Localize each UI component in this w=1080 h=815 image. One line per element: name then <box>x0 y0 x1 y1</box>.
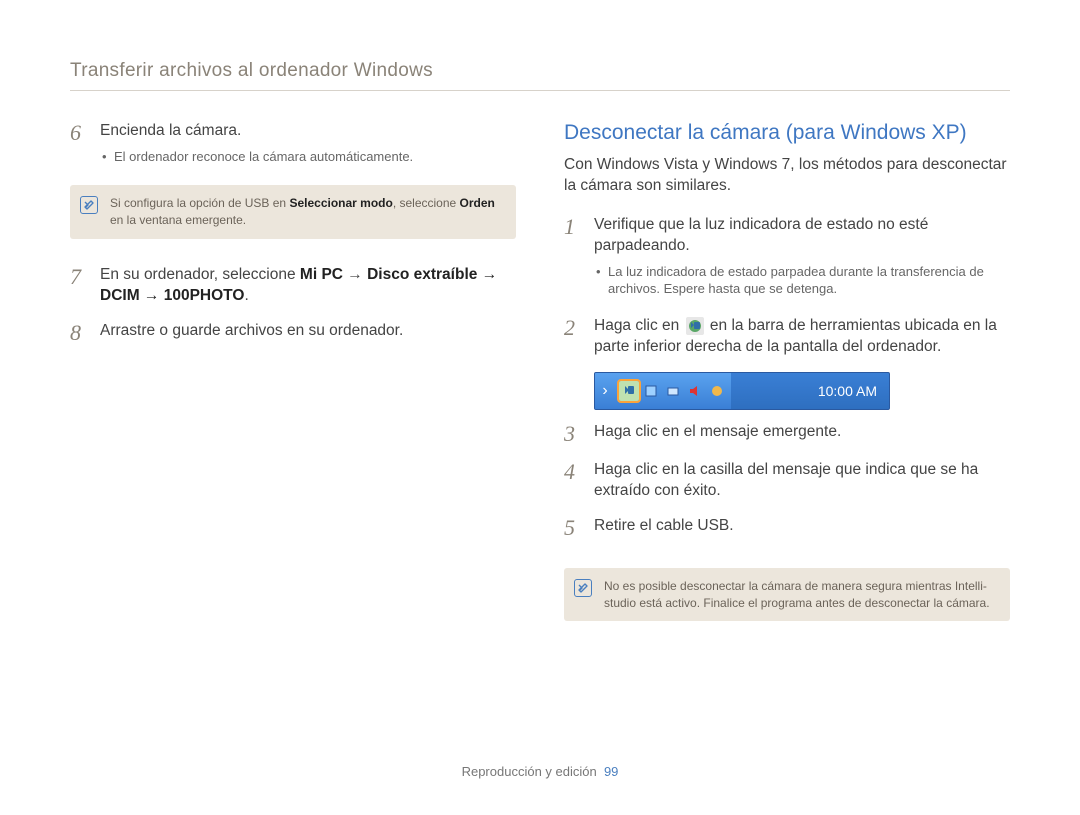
step-bold: Disco extraíble <box>367 266 477 283</box>
step-1: 1 Verifique que la luz indicadora de est… <box>564 215 1010 302</box>
step-text: Retire el cable USB. <box>594 516 1010 540</box>
step-4: 4 Haga clic en la casilla del mensaje qu… <box>564 460 1010 502</box>
step-5: 5 Retire el cable USB. <box>564 516 1010 540</box>
step-number: 6 <box>70 121 86 169</box>
taskbar-screenshot: › 10:00 AM <box>594 372 890 410</box>
note-text: Si configura la opción de USB en Selecci… <box>110 195 502 229</box>
taskbar-expand-icon: › <box>595 373 615 409</box>
step-text: Haga clic en la casilla del mensaje que … <box>594 460 1010 502</box>
section-title: Desconectar la cámara (para Windows XP) <box>564 121 1010 145</box>
step-seg: → <box>343 266 367 283</box>
page-footer: Reproducción y edición 99 <box>0 764 1080 779</box>
bullet-item: El ordenador reconoce la cámara automáti… <box>100 148 516 166</box>
note-seg: Si configura la opción de USB en <box>110 196 289 210</box>
step-seg: En su ordenador, seleccione <box>100 266 300 283</box>
bullet-item: La luz indicadora de estado parpadea dur… <box>594 263 1010 298</box>
step-body: En su ordenador, seleccione Mi PC → Disc… <box>100 265 516 307</box>
page-header: Transferir archivos al ordenador Windows <box>70 60 1010 91</box>
note-icon <box>574 579 592 597</box>
step-seg: Haga clic en <box>594 317 684 334</box>
step-bold: 100PHOTO <box>164 287 245 304</box>
note-bold: Seleccionar modo <box>289 196 392 210</box>
step-7: 7 En su ordenador, seleccione Mi PC → Di… <box>70 265 516 307</box>
step-body: Encienda la cámara. El ordenador reconoc… <box>100 121 516 169</box>
page-number: 99 <box>604 764 618 779</box>
section-intro: Con Windows Vista y Windows 7, los métod… <box>564 155 1010 197</box>
note-bold: Orden <box>460 196 495 210</box>
step-2: 2 Haga clic en en la barra de herramient… <box>564 316 1010 358</box>
step-number: 4 <box>564 460 580 502</box>
footer-label: Reproducción y edición <box>462 764 597 779</box>
content-columns: 6 Encienda la cámara. El ordenador recon… <box>70 121 1010 647</box>
safely-remove-icon <box>686 317 704 335</box>
step-seg: . <box>244 287 248 304</box>
step-number: 7 <box>70 265 86 307</box>
step-body: Haga clic en en la barra de herramientas… <box>594 316 1010 358</box>
step-number: 2 <box>564 316 580 358</box>
note-box: Si configura la opción de USB en Selecci… <box>70 185 516 239</box>
step-number: 5 <box>564 516 580 540</box>
step-6: 6 Encienda la cámara. El ordenador recon… <box>70 121 516 169</box>
step-seg: → <box>477 266 497 283</box>
step-text: Arrastre o guarde archivos en su ordenad… <box>100 321 516 345</box>
note-seg: en la ventana emergente. <box>110 213 246 227</box>
step-body: Verifique que la luz indicadora de estad… <box>594 215 1010 302</box>
step-number: 8 <box>70 321 86 345</box>
step-number: 1 <box>564 215 580 302</box>
step-3: 3 Haga clic en el mensaje emergente. <box>564 422 1010 446</box>
volume-icon <box>685 381 705 401</box>
system-tray <box>615 373 731 409</box>
step-text: Encienda la cámara. <box>100 122 241 139</box>
note-seg: , seleccione <box>393 196 460 210</box>
step-text: Haga clic en el mensaje emergente. <box>594 422 1010 446</box>
step-8: 8 Arrastre o guarde archivos en su orden… <box>70 321 516 345</box>
step-text: Verifique que la luz indicadora de estad… <box>594 216 928 254</box>
step-bold: DCIM <box>100 287 140 304</box>
left-column: 6 Encienda la cámara. El ordenador recon… <box>70 121 516 647</box>
right-column: Desconectar la cámara (para Windows XP) … <box>564 121 1010 647</box>
tray-icon <box>641 381 661 401</box>
note-box: No es posible desconectar la cámara de m… <box>564 568 1010 622</box>
note-icon <box>80 196 98 214</box>
safely-remove-tray-icon <box>619 381 639 401</box>
tray-icon <box>663 381 683 401</box>
step-number: 3 <box>564 422 580 446</box>
tray-icon <box>707 381 727 401</box>
bullet-list: El ordenador reconoce la cámara automáti… <box>100 148 516 166</box>
note-text: No es posible desconectar la cámara de m… <box>604 578 996 612</box>
taskbar-clock: 10:00 AM <box>731 383 889 399</box>
bullet-list: La luz indicadora de estado parpadea dur… <box>594 263 1010 298</box>
step-seg: → <box>140 287 164 304</box>
step-bold: Mi PC <box>300 266 343 283</box>
